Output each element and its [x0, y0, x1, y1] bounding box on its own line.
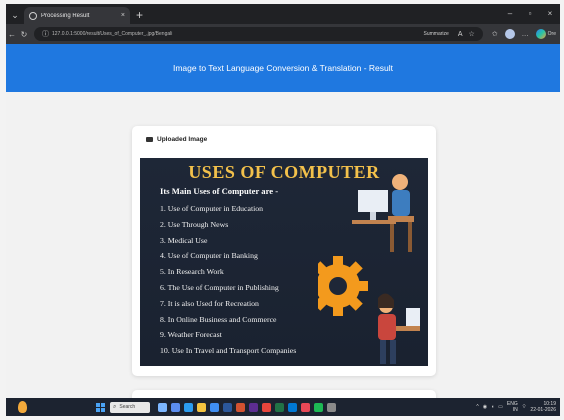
- network-icon[interactable]: ◉: [483, 404, 487, 410]
- close-window-button[interactable]: ×: [540, 4, 560, 24]
- more-icon[interactable]: …: [522, 31, 529, 38]
- language-indicator[interactable]: ENG IN: [507, 401, 518, 413]
- weather-widget-icon[interactable]: [18, 401, 27, 413]
- list-item: 8. In Online Business and Commerce: [160, 314, 277, 324]
- list-item: 7. It is also Used for Recreation: [160, 298, 259, 308]
- list-item: 10. Use In Travel and Transport Companie…: [160, 346, 297, 356]
- list-item: 2. Use Through News: [160, 219, 229, 229]
- file-explorer-icon[interactable]: [197, 402, 206, 412]
- taskbar-start: ⌕ Search: [96, 401, 336, 413]
- maximize-button[interactable]: ▫: [520, 4, 540, 24]
- excel-icon[interactable]: [275, 402, 284, 412]
- list-item: 6. The Use of Computer in Publishing: [160, 282, 279, 292]
- copilot-icon[interactable]: [535, 29, 546, 39]
- minimize-button[interactable]: –: [500, 4, 520, 24]
- back-arrow-icon[interactable]: ←: [6, 30, 18, 39]
- task-view-icon[interactable]: [171, 402, 180, 412]
- omnibox[interactable]: ⓘ 127.0.0.1:5000/result/Uses_of_Computer…: [34, 27, 483, 41]
- word-icon[interactable]: [223, 402, 232, 412]
- vscode-icon[interactable]: [288, 402, 297, 412]
- clock[interactable]: 10:19 22-01-2026: [530, 401, 556, 413]
- image-icon: [146, 137, 153, 142]
- window-controls: – ▫ ×: [500, 4, 560, 24]
- uses-list: 1. Use of Computer in Education 2. Use T…: [160, 201, 296, 359]
- tray-chevron-icon[interactable]: ^: [476, 404, 478, 410]
- url-text[interactable]: 127.0.0.1:5000/result/Uses_of_Computer_.…: [52, 31, 424, 37]
- page-header: Image to Text Language Conversion & Tran…: [6, 44, 560, 92]
- new-tab-button[interactable]: +: [136, 7, 143, 24]
- music-app-icon[interactable]: [314, 402, 323, 412]
- page-title: Image to Text Language Conversion & Tran…: [172, 63, 394, 73]
- system-tray: ^ ◉ ◖ ▭ ENG IN ⌔ 10:19 22-01-2026: [476, 398, 556, 416]
- search-icon: ⌕: [113, 403, 117, 410]
- tab-processing-result[interactable]: Processing Result ×: [24, 7, 130, 24]
- taskbar-apps: [158, 402, 336, 412]
- info-icon[interactable]: ⓘ: [42, 29, 49, 39]
- photo-frame: ⌄ Processing Result × + – ▫ × ← ↻ ⓘ 127.…: [0, 0, 564, 420]
- monitor-icon: [358, 190, 388, 212]
- profile-avatar[interactable]: [504, 29, 515, 39]
- uploaded-image-title: Uploaded Image: [157, 136, 208, 143]
- computer-users-illustration: [318, 174, 420, 364]
- summarize-button[interactable]: Summarize: [424, 31, 449, 37]
- edge-icon[interactable]: [184, 402, 193, 412]
- windows-start-icon[interactable]: [96, 402, 105, 412]
- list-item: 3. Medical Use: [160, 235, 208, 245]
- tab-search-icon[interactable]: ⌄: [8, 8, 22, 22]
- title-bar: ⌄ Processing Result × + – ▫ ×: [6, 4, 560, 24]
- taskbar-search-label: Search: [119, 404, 136, 410]
- person-head: [392, 174, 408, 190]
- card-header: Uploaded Image: [146, 136, 207, 143]
- person-body: [392, 190, 410, 216]
- wifi-icon[interactable]: ⌔: [522, 404, 527, 410]
- result-card: [132, 390, 436, 398]
- browser-window: ⌄ Processing Result × + – ▫ × ← ↻ ⓘ 127.…: [6, 4, 560, 416]
- reload-icon[interactable]: ↻: [18, 30, 30, 39]
- list-item: 4. Use of Computer in Banking: [160, 251, 258, 261]
- favorites-icon[interactable]: ✩: [492, 30, 498, 38]
- globe-icon: [29, 11, 37, 20]
- uploaded-image: USES OF COMPUTER Its Main Uses of Comput…: [140, 158, 428, 366]
- battery-icon[interactable]: ▭: [498, 404, 503, 410]
- settings-icon[interactable]: [327, 402, 336, 412]
- gear-icon: [318, 256, 368, 316]
- tab-title: Processing Result: [41, 12, 90, 19]
- widgets-icon[interactable]: [158, 402, 167, 412]
- image-subheading: Its Main Uses of Computer are -: [160, 186, 279, 196]
- chrome-icon[interactable]: [262, 402, 271, 412]
- copilot-label: Ore: [547, 31, 556, 37]
- taskbar-search[interactable]: ⌕ Search: [110, 401, 150, 413]
- list-item: 9. Weather Forecast: [160, 330, 222, 340]
- read-aloud-icon[interactable]: A: [458, 31, 463, 38]
- uploaded-image-card: Uploaded Image USES OF COMPUTER Its Main…: [132, 126, 436, 376]
- address-bar: ← ↻ ⓘ 127.0.0.1:5000/result/Uses_of_Comp…: [6, 24, 560, 44]
- close-tab-icon[interactable]: ×: [121, 12, 125, 19]
- volume-icon[interactable]: ◖: [491, 404, 494, 410]
- taskbar: ⌕ Search ^ ◉ ◖ ▭ ENG IN ⌔ 10:19 22-01-20…: [6, 398, 560, 416]
- list-item: 1. Use of Computer in Education: [160, 204, 264, 213]
- store-icon[interactable]: [210, 402, 219, 412]
- favorite-star-icon[interactable]: ☆: [469, 30, 475, 38]
- lang2-text: IN: [512, 407, 518, 413]
- vs-icon[interactable]: [249, 402, 258, 412]
- list-item: 5. In Research Work: [160, 267, 224, 277]
- clock-date: 22-01-2026: [530, 407, 556, 413]
- page-content: Image to Text Language Conversion & Tran…: [6, 44, 560, 398]
- app-icon[interactable]: [301, 402, 310, 412]
- powerpoint-icon[interactable]: [236, 402, 245, 412]
